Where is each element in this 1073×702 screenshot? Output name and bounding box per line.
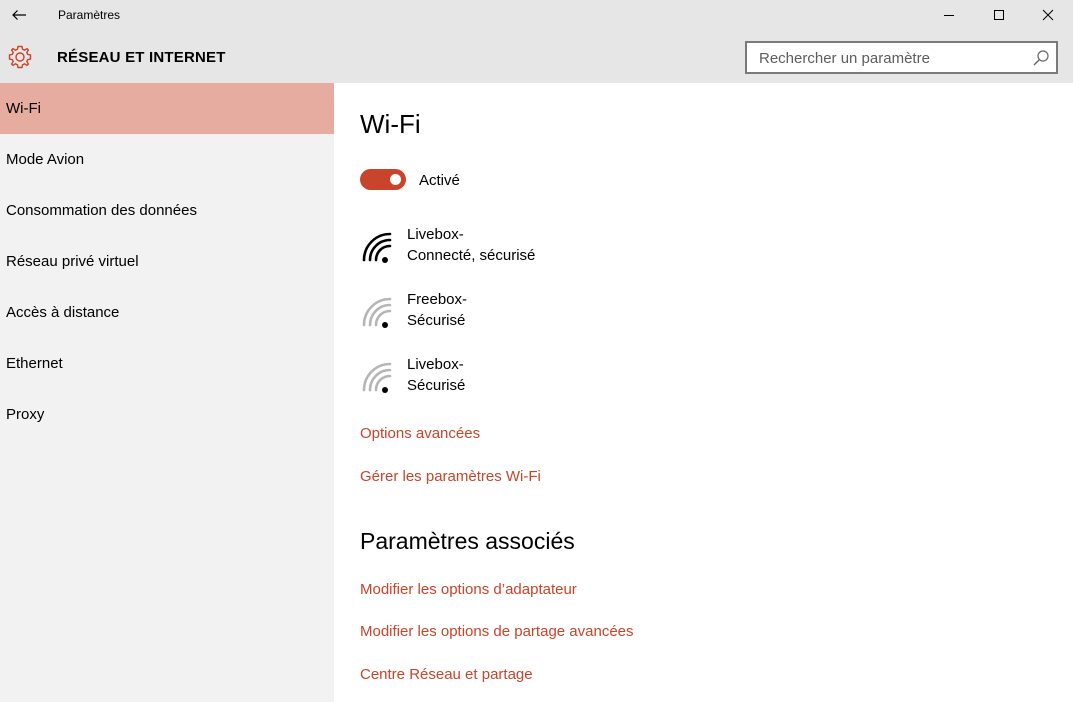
sidebar-item-label: Wi-Fi: [6, 100, 41, 117]
gear-icon: [8, 45, 32, 69]
network-item[interactable]: Freebox- Sécurisé: [360, 291, 680, 341]
wifi-weak-icon: [362, 297, 392, 328]
sidebar-item-wifi[interactable]: Wi-Fi: [0, 83, 334, 134]
maximize-icon: [994, 10, 1004, 20]
back-arrow-icon: [12, 10, 26, 20]
close-button[interactable]: [1023, 0, 1073, 30]
minimize-icon: [944, 15, 954, 16]
related-settings-title: Paramètres associés: [360, 528, 575, 554]
sidebar-item-data-usage[interactable]: Consommation des données: [0, 185, 334, 236]
network-status: Sécurisé: [407, 312, 466, 329]
adapter-options-link[interactable]: Modifier les options d’adaptateur: [360, 581, 577, 598]
main-content: Wi-Fi Activé Livebox- Connecté, sécurisé…: [334, 83, 1073, 702]
search-placeholder: Rechercher un paramètre: [759, 50, 930, 67]
sidebar-item-vpn[interactable]: Réseau privé virtuel: [0, 236, 334, 287]
back-button[interactable]: [0, 0, 38, 30]
wifi-toggle[interactable]: [360, 169, 406, 190]
network-name: Freebox-: [407, 291, 468, 308]
settings-header: RÉSEAU ET INTERNET Rechercher un paramèt…: [0, 32, 1073, 83]
network-name: Livebox-: [407, 226, 464, 243]
sidebar-item-label: Consommation des données: [6, 202, 197, 219]
wifi-strong-icon: [362, 232, 392, 263]
wifi-toggle-label: Activé: [419, 172, 460, 189]
sidebar-item-label: Accès à distance: [6, 304, 120, 321]
sidebar-item-proxy[interactable]: Proxy: [0, 389, 334, 440]
title-bar: Paramètres: [0, 0, 1073, 32]
window-title: Paramètres: [58, 8, 121, 22]
search-input[interactable]: Rechercher un paramètre: [745, 41, 1058, 74]
toggle-knob: [390, 174, 401, 185]
page-title: Wi-Fi: [360, 109, 421, 139]
network-item[interactable]: Livebox- Connecté, sécurisé: [360, 226, 680, 276]
sidebar-item-ethernet[interactable]: Ethernet: [0, 338, 334, 389]
network-status: Connecté, sécurisé: [407, 247, 536, 264]
maximize-button[interactable]: [974, 0, 1024, 30]
minimize-button[interactable]: [924, 0, 974, 30]
sidebar-item-label: Mode Avion: [6, 151, 85, 168]
advanced-options-link[interactable]: Options avancées: [360, 425, 480, 442]
manage-wifi-settings-link[interactable]: Gérer les paramètres Wi-Fi: [360, 468, 541, 485]
sidebar: Wi-Fi Mode Avion Consommation des donnée…: [0, 83, 334, 702]
network-item[interactable]: Livebox- Sécurisé: [360, 356, 680, 406]
sidebar-item-label: Proxy: [6, 406, 45, 423]
network-sharing-center-link[interactable]: Centre Réseau et partage: [360, 666, 533, 683]
wifi-weak-icon: [362, 362, 392, 393]
network-status: Sécurisé: [407, 377, 466, 394]
network-name: Livebox-: [407, 356, 464, 373]
search-icon[interactable]: [1032, 49, 1050, 67]
advanced-sharing-link[interactable]: Modifier les options de partage avancées: [360, 623, 634, 640]
section-title: RÉSEAU ET INTERNET: [57, 49, 226, 66]
close-icon: [1042, 9, 1054, 21]
sidebar-item-label: Réseau privé virtuel: [6, 253, 139, 270]
sidebar-item-dial-up[interactable]: Accès à distance: [0, 287, 334, 338]
sidebar-item-airplane-mode[interactable]: Mode Avion: [0, 134, 334, 185]
sidebar-item-label: Ethernet: [6, 355, 63, 372]
